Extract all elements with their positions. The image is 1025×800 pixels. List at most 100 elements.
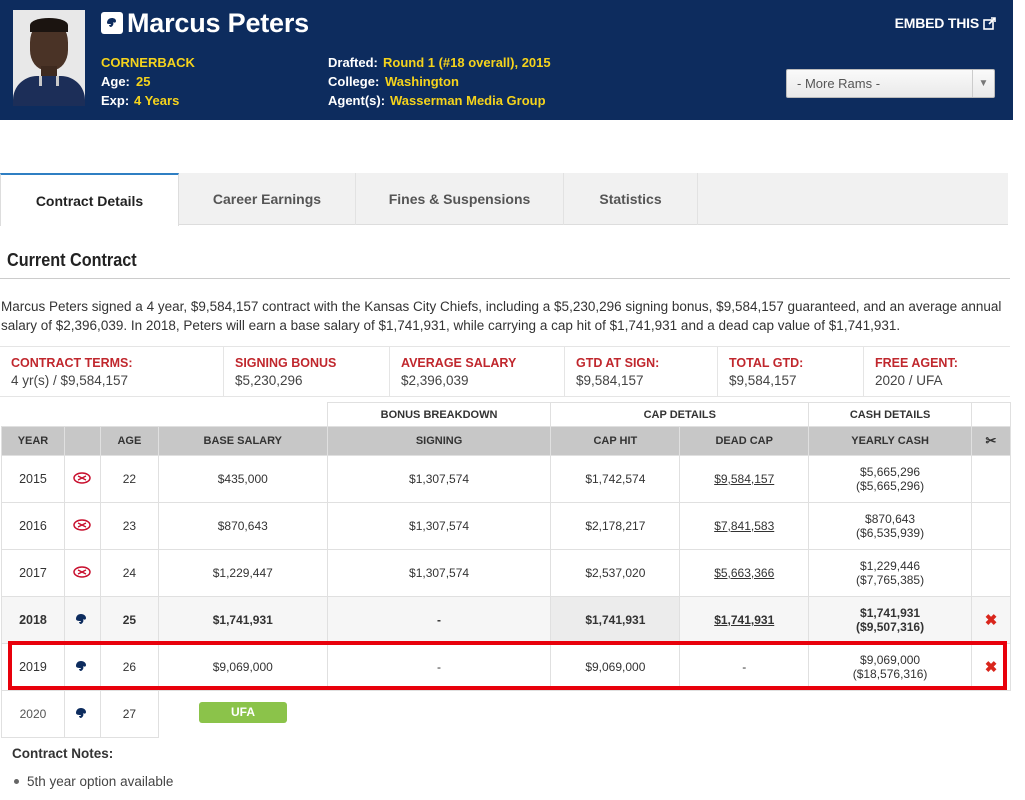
row-cap-hit: $1,742,574 — [550, 455, 681, 503]
group-header-row: BONUS BREAKDOWN CAP DETAILS CASH DETAILS — [1, 402, 1011, 427]
player-photo — [13, 10, 85, 106]
player-name: Marcus Peters — [127, 8, 309, 38]
table-row: 2015 22 $435,000 $1,307,574 $1,742,574 $… — [1, 455, 1011, 503]
term-label: SIGNING BONUS — [235, 356, 337, 370]
col-dead-cap[interactable]: DEAD CAP — [679, 426, 810, 456]
age-label: Age: — [101, 74, 130, 89]
exp-value: 4 Years — [134, 93, 180, 108]
term-gtd-at-sign: GTD AT SIGN: $9,584,157 — [565, 347, 718, 397]
tab-fines-suspensions[interactable]: Fines & Suspensions — [356, 173, 564, 225]
tab-career-earnings[interactable]: Career Earnings — [179, 173, 356, 225]
cumulative-cash-value: ($5,665,296) — [856, 479, 925, 493]
term-label: FREE AGENT: — [875, 356, 958, 370]
exp-label: Exp: — [101, 93, 130, 108]
row-status: UFA — [158, 691, 327, 738]
term-value: $2,396,039 — [401, 373, 469, 388]
drafted-label: Drafted: — [328, 55, 378, 70]
row-signing: - — [326, 596, 552, 644]
col-cap-hit[interactable]: CAP HIT — [550, 426, 681, 456]
table-row: 2017 24 $1,229,447 $1,307,574 $2,537,020… — [1, 549, 1011, 597]
row-base-salary: $9,069,000 — [157, 643, 328, 691]
tab-statistics[interactable]: Statistics — [564, 173, 698, 225]
row-yearly-cash: $5,665,296 ($5,665,296) — [808, 455, 972, 503]
col-base-salary[interactable]: BASE SALARY — [157, 426, 328, 456]
row-year: 2016 — [1, 502, 65, 550]
remove-icon[interactable]: ✖ — [971, 596, 1011, 644]
col-team — [63, 426, 101, 456]
note-text: 5th year option available — [27, 774, 174, 789]
row-year: 2018 — [1, 596, 65, 644]
embed-this-link[interactable]: EMBED THIS — [895, 15, 996, 31]
row-cap-hit: $2,537,020 — [550, 549, 681, 597]
contract-table: BONUS BREAKDOWN CAP DETAILS CASH DETAILS… — [1, 402, 1011, 738]
row-yearly-cash: $1,229,446 ($7,765,385) — [808, 549, 972, 597]
group-cash-details: CASH DETAILS — [808, 402, 972, 427]
yearly-cash-value: $5,665,296 — [860, 465, 921, 479]
group-cap-details: CAP DETAILS — [550, 402, 810, 427]
yearly-cash-value: $1,229,446 — [860, 559, 921, 573]
column-header-row: YEAR AGE BASE SALARY SIGNING CAP HIT DEA… — [1, 426, 1011, 456]
table-row: 2016 23 $870,643 $1,307,574 $2,178,217 $… — [1, 502, 1011, 550]
row-cap-hit: $2,178,217 — [550, 502, 681, 550]
share-icon — [983, 16, 996, 30]
tab-bar: Contract Details Career Earnings Fines &… — [0, 173, 1008, 226]
row-age: 27 — [99, 690, 159, 738]
yearly-cash-value: $9,069,000 — [860, 653, 921, 667]
yearly-cash-value: $870,643 — [865, 512, 916, 526]
team-select-value: - More Rams - — [797, 76, 881, 91]
notes-title: Contract Notes: — [12, 746, 114, 761]
table-row: 2020 27 UFA — [1, 690, 1011, 738]
group-bonus-breakdown: BONUS BREAKDOWN — [326, 402, 552, 427]
contract-terms: CONTRACT TERMS: 4 yr(s) / $9,584,157 SIG… — [0, 346, 1010, 397]
cumulative-cash-value: ($18,576,316) — [852, 667, 928, 681]
row-base-salary: $870,643 — [157, 502, 328, 550]
team-select[interactable]: - More Rams - ▼ — [786, 69, 995, 98]
rams-logo-icon — [63, 643, 101, 691]
row-age: 24 — [99, 549, 159, 597]
row-action — [971, 455, 1011, 503]
col-signing[interactable]: SIGNING — [326, 426, 552, 456]
term-total-gtd: TOTAL GTD: $9,584,157 — [718, 347, 864, 397]
college-label: College: — [328, 74, 380, 89]
term-label: AVERAGE SALARY — [401, 356, 517, 370]
player-header: Marcus Peters CORNERBACK Age: 25 Exp: 4 … — [0, 0, 1013, 120]
row-dead-cap[interactable]: $1,741,931 — [679, 596, 810, 644]
row-yearly-cash: $1,741,931 ($9,507,316) — [808, 596, 972, 644]
row-base-salary: $1,741,931 — [157, 596, 328, 644]
row-year: 2019 — [1, 643, 65, 691]
row-dead-cap[interactable]: $9,584,157 — [679, 455, 810, 503]
scissors-icon[interactable]: ✂ — [971, 426, 1011, 456]
cumulative-cash-value: ($9,507,316) — [856, 620, 925, 634]
rams-logo-icon — [63, 690, 101, 738]
rams-logo-icon — [63, 596, 101, 644]
term-value: 2020 / UFA — [875, 373, 943, 388]
col-age[interactable]: AGE — [99, 426, 159, 456]
term-average-salary: AVERAGE SALARY $2,396,039 — [390, 347, 565, 397]
term-label: TOTAL GTD: — [729, 356, 804, 370]
term-label: CONTRACT TERMS: — [11, 356, 133, 370]
row-dead-cap[interactable]: $7,841,583 — [679, 502, 810, 550]
chevron-down-icon: ▼ — [972, 70, 994, 97]
row-action — [971, 502, 1011, 550]
row-signing: $1,307,574 — [326, 549, 552, 597]
term-value: 4 yr(s) / $9,584,157 — [11, 373, 129, 388]
contract-summary: Marcus Peters signed a 4 year, $9,584,15… — [1, 299, 1002, 333]
ufa-badge: UFA — [199, 702, 288, 723]
note-item: 5th year option available — [14, 774, 173, 789]
age-value: 25 — [136, 74, 151, 89]
agent-value[interactable]: Wasserman Media Group — [390, 93, 546, 108]
col-yearly-cash[interactable]: YEARLY CASH — [808, 426, 972, 456]
row-signing: - — [326, 643, 552, 691]
row-dead-cap[interactable]: $5,663,366 — [679, 549, 810, 597]
row-yearly-cash: $9,069,000 ($18,576,316) — [808, 643, 972, 691]
tab-contract-details[interactable]: Contract Details — [0, 173, 179, 226]
agent-label: Agent(s): — [328, 93, 386, 108]
section-title: Current Contract — [7, 250, 137, 270]
remove-icon[interactable]: ✖ — [971, 643, 1011, 691]
term-signing-bonus: SIGNING BONUS $5,230,296 — [224, 347, 390, 397]
row-base-salary: $1,229,447 — [157, 549, 328, 597]
col-year[interactable]: YEAR — [1, 426, 65, 456]
cumulative-cash-value: ($6,535,939) — [856, 526, 925, 540]
table-row: 2019 26 $9,069,000 - $9,069,000 - $9,069… — [1, 643, 1011, 691]
college-value: Washington — [385, 74, 459, 89]
